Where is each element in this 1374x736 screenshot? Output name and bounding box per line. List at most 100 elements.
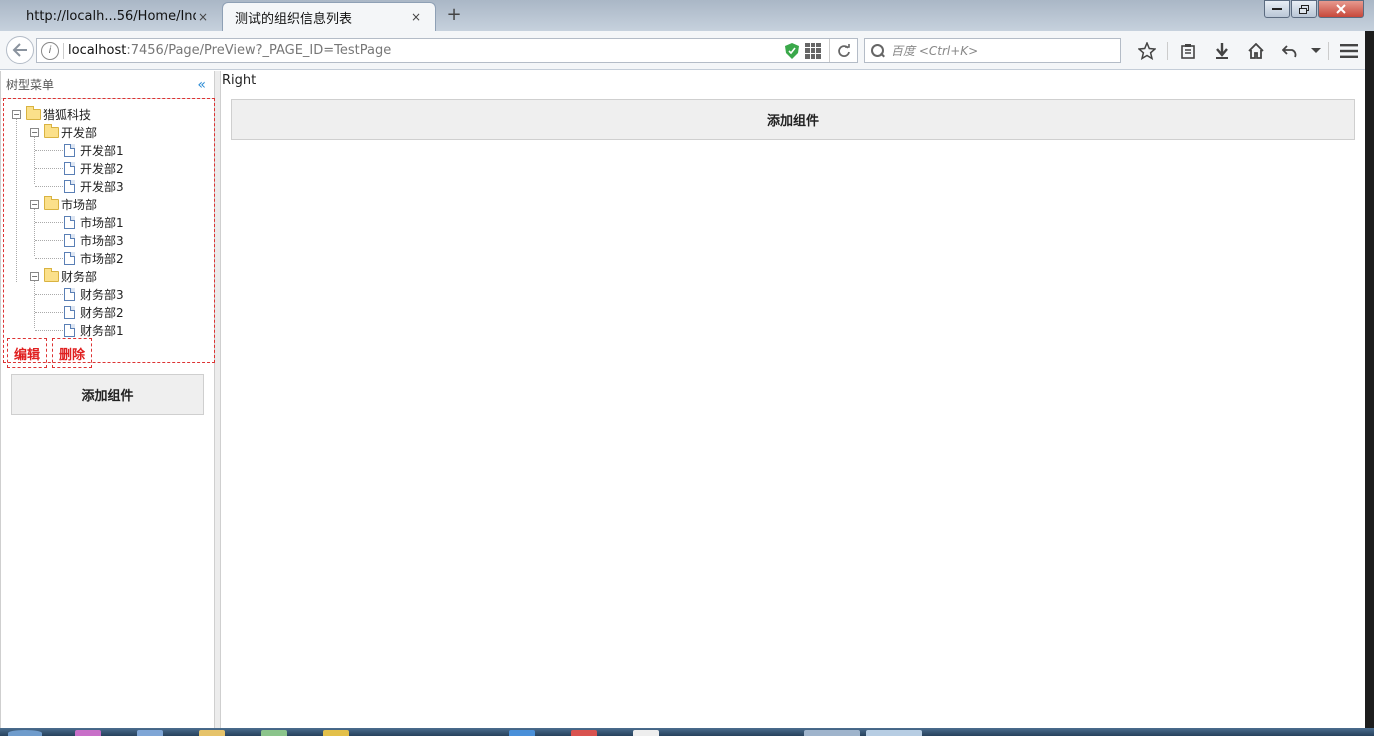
hamburger-icon xyxy=(1340,43,1358,58)
url-text[interactable]: localhost:7456/Page/PreView?_PAGE_ID=Tes… xyxy=(68,43,785,58)
divider xyxy=(1167,41,1168,60)
restore-button[interactable] xyxy=(1291,0,1317,18)
menu-icon[interactable] xyxy=(1332,38,1366,63)
tree-node-leaf[interactable]: 开发部3 xyxy=(64,177,124,195)
add-component-button-left[interactable]: 添加组件 xyxy=(11,374,204,415)
new-tab-button[interactable]: + xyxy=(444,5,464,27)
close-icon[interactable]: × xyxy=(196,10,210,24)
folder-icon xyxy=(44,123,59,138)
tab-org-list[interactable]: 测试的组织信息列表 × xyxy=(222,2,436,31)
tab-label: 测试的组织信息列表 xyxy=(235,11,353,27)
back-button[interactable] xyxy=(6,36,34,64)
url-path: :7456/Page/PreView?_PAGE_ID=TestPage xyxy=(126,43,392,58)
right-panel-title: Right xyxy=(222,73,257,88)
taskbar-app-icon[interactable] xyxy=(633,730,659,736)
browser-tab-bar: http://localh...56/Home/Index × 测试的组织信息列… xyxy=(0,0,1374,31)
tab-home-index[interactable]: http://localh...56/Home/Index × xyxy=(4,2,222,31)
browser-toolbar xyxy=(1130,38,1366,63)
chevron-down-icon[interactable] xyxy=(1307,38,1325,63)
org-tree: − 猎狐科技 − 开发部 开发部1 开发部2 开发部3 − 市场部 市场部1 市… xyxy=(3,98,215,363)
tree-node-leaf[interactable]: 市场部1 xyxy=(64,213,124,231)
collapse-icon[interactable]: « xyxy=(197,77,206,93)
taskbar-app-icon[interactable] xyxy=(866,730,922,736)
file-icon xyxy=(64,143,75,157)
tree-line xyxy=(35,150,63,151)
close-icon xyxy=(1336,4,1346,14)
file-icon xyxy=(64,287,75,301)
collapse-toggle-icon[interactable]: − xyxy=(30,199,39,209)
tree-node-group[interactable]: − 开发部 xyxy=(30,123,97,141)
panel-splitter[interactable] xyxy=(215,71,221,728)
window-edge xyxy=(1365,31,1374,728)
reload-arrow-icon xyxy=(837,43,850,57)
taskbar-app-icon[interactable] xyxy=(261,730,287,736)
file-icon xyxy=(64,305,75,319)
collapse-toggle-icon[interactable]: − xyxy=(12,109,21,119)
tree-line xyxy=(35,330,63,331)
taskbar-app-icon[interactable] xyxy=(199,730,225,736)
close-icon[interactable]: × xyxy=(409,10,423,24)
tree-node-label: 开发部1 xyxy=(80,143,124,158)
file-icon xyxy=(64,233,75,247)
tree-node-label: 市场部1 xyxy=(80,215,124,230)
tree-line xyxy=(35,240,63,241)
tree-node-leaf[interactable]: 财务部3 xyxy=(64,285,124,303)
home-icon[interactable] xyxy=(1239,38,1273,63)
reload-icon[interactable] xyxy=(829,39,857,62)
undo-arrow-icon xyxy=(1282,44,1297,57)
shield-icon[interactable] xyxy=(785,42,799,59)
navigation-bar: i localhost:7456/Page/PreView?_PAGE_ID=T… xyxy=(0,31,1366,70)
start-button[interactable] xyxy=(8,730,42,736)
info-icon[interactable]: i xyxy=(41,41,59,60)
taskbar-app-icon[interactable] xyxy=(137,730,163,736)
tree-node-root[interactable]: − 猎狐科技 xyxy=(12,105,91,123)
edit-button[interactable]: 编辑 xyxy=(7,338,47,368)
tree-line xyxy=(35,186,63,187)
collapse-toggle-icon[interactable]: − xyxy=(30,271,39,281)
taskbar-app-icon[interactable] xyxy=(509,730,535,736)
qr-code-icon[interactable] xyxy=(805,42,821,59)
reading-list-icon[interactable] xyxy=(1171,38,1205,63)
tree-node-label: 开发部 xyxy=(61,125,98,140)
tree-line xyxy=(35,258,63,259)
search-input[interactable]: 百度 <Ctrl+K> xyxy=(864,38,1121,63)
download-arrow-icon xyxy=(1216,42,1228,59)
download-icon[interactable] xyxy=(1205,38,1239,63)
tree-node-leaf[interactable]: 市场部2 xyxy=(64,249,124,267)
bookmark-star-icon[interactable] xyxy=(1130,38,1164,63)
collapse-toggle-icon[interactable]: − xyxy=(30,127,39,137)
divider xyxy=(63,42,64,59)
tree-node-group[interactable]: − 财务部 xyxy=(30,267,97,285)
folder-icon xyxy=(26,105,41,120)
restore-icon xyxy=(1299,4,1309,14)
folder-icon xyxy=(44,267,59,282)
delete-button[interactable]: 删除 xyxy=(52,338,92,368)
tree-node-group[interactable]: − 市场部 xyxy=(30,195,97,213)
tree-line xyxy=(35,312,63,313)
tree-node-leaf[interactable]: 市场部3 xyxy=(64,231,124,249)
add-component-button-right[interactable]: 添加组件 xyxy=(231,99,1355,140)
tree-node-leaf[interactable]: 开发部2 xyxy=(64,159,124,177)
taskbar-app-icon[interactable] xyxy=(804,730,860,736)
minimize-button[interactable] xyxy=(1264,0,1290,18)
url-bar[interactable]: i localhost:7456/Page/PreView?_PAGE_ID=T… xyxy=(36,38,858,63)
window-close-button[interactable] xyxy=(1318,0,1364,18)
file-icon xyxy=(64,251,75,265)
tree-node-leaf[interactable]: 财务部1 xyxy=(64,321,124,339)
taskbar-app-icon[interactable] xyxy=(75,730,101,736)
tree-node-leaf[interactable]: 财务部2 xyxy=(64,303,124,321)
minimize-icon xyxy=(1272,8,1282,10)
tree-line xyxy=(35,294,63,295)
file-icon xyxy=(64,161,75,175)
tree-node-label: 开发部2 xyxy=(80,161,124,176)
search-icon xyxy=(871,43,885,58)
tree-node-label: 财务部 xyxy=(61,269,98,284)
undo-icon[interactable] xyxy=(1273,38,1307,63)
taskbar-app-icon[interactable] xyxy=(571,730,597,736)
back-arrow-icon xyxy=(12,43,27,57)
taskbar-app-icon[interactable] xyxy=(323,730,349,736)
dropdown-arrow-icon xyxy=(1311,47,1321,53)
tree-node-label: 市场部2 xyxy=(80,251,124,266)
tree-node-leaf[interactable]: 开发部1 xyxy=(64,141,124,159)
tree-node-label: 财务部2 xyxy=(80,305,124,320)
